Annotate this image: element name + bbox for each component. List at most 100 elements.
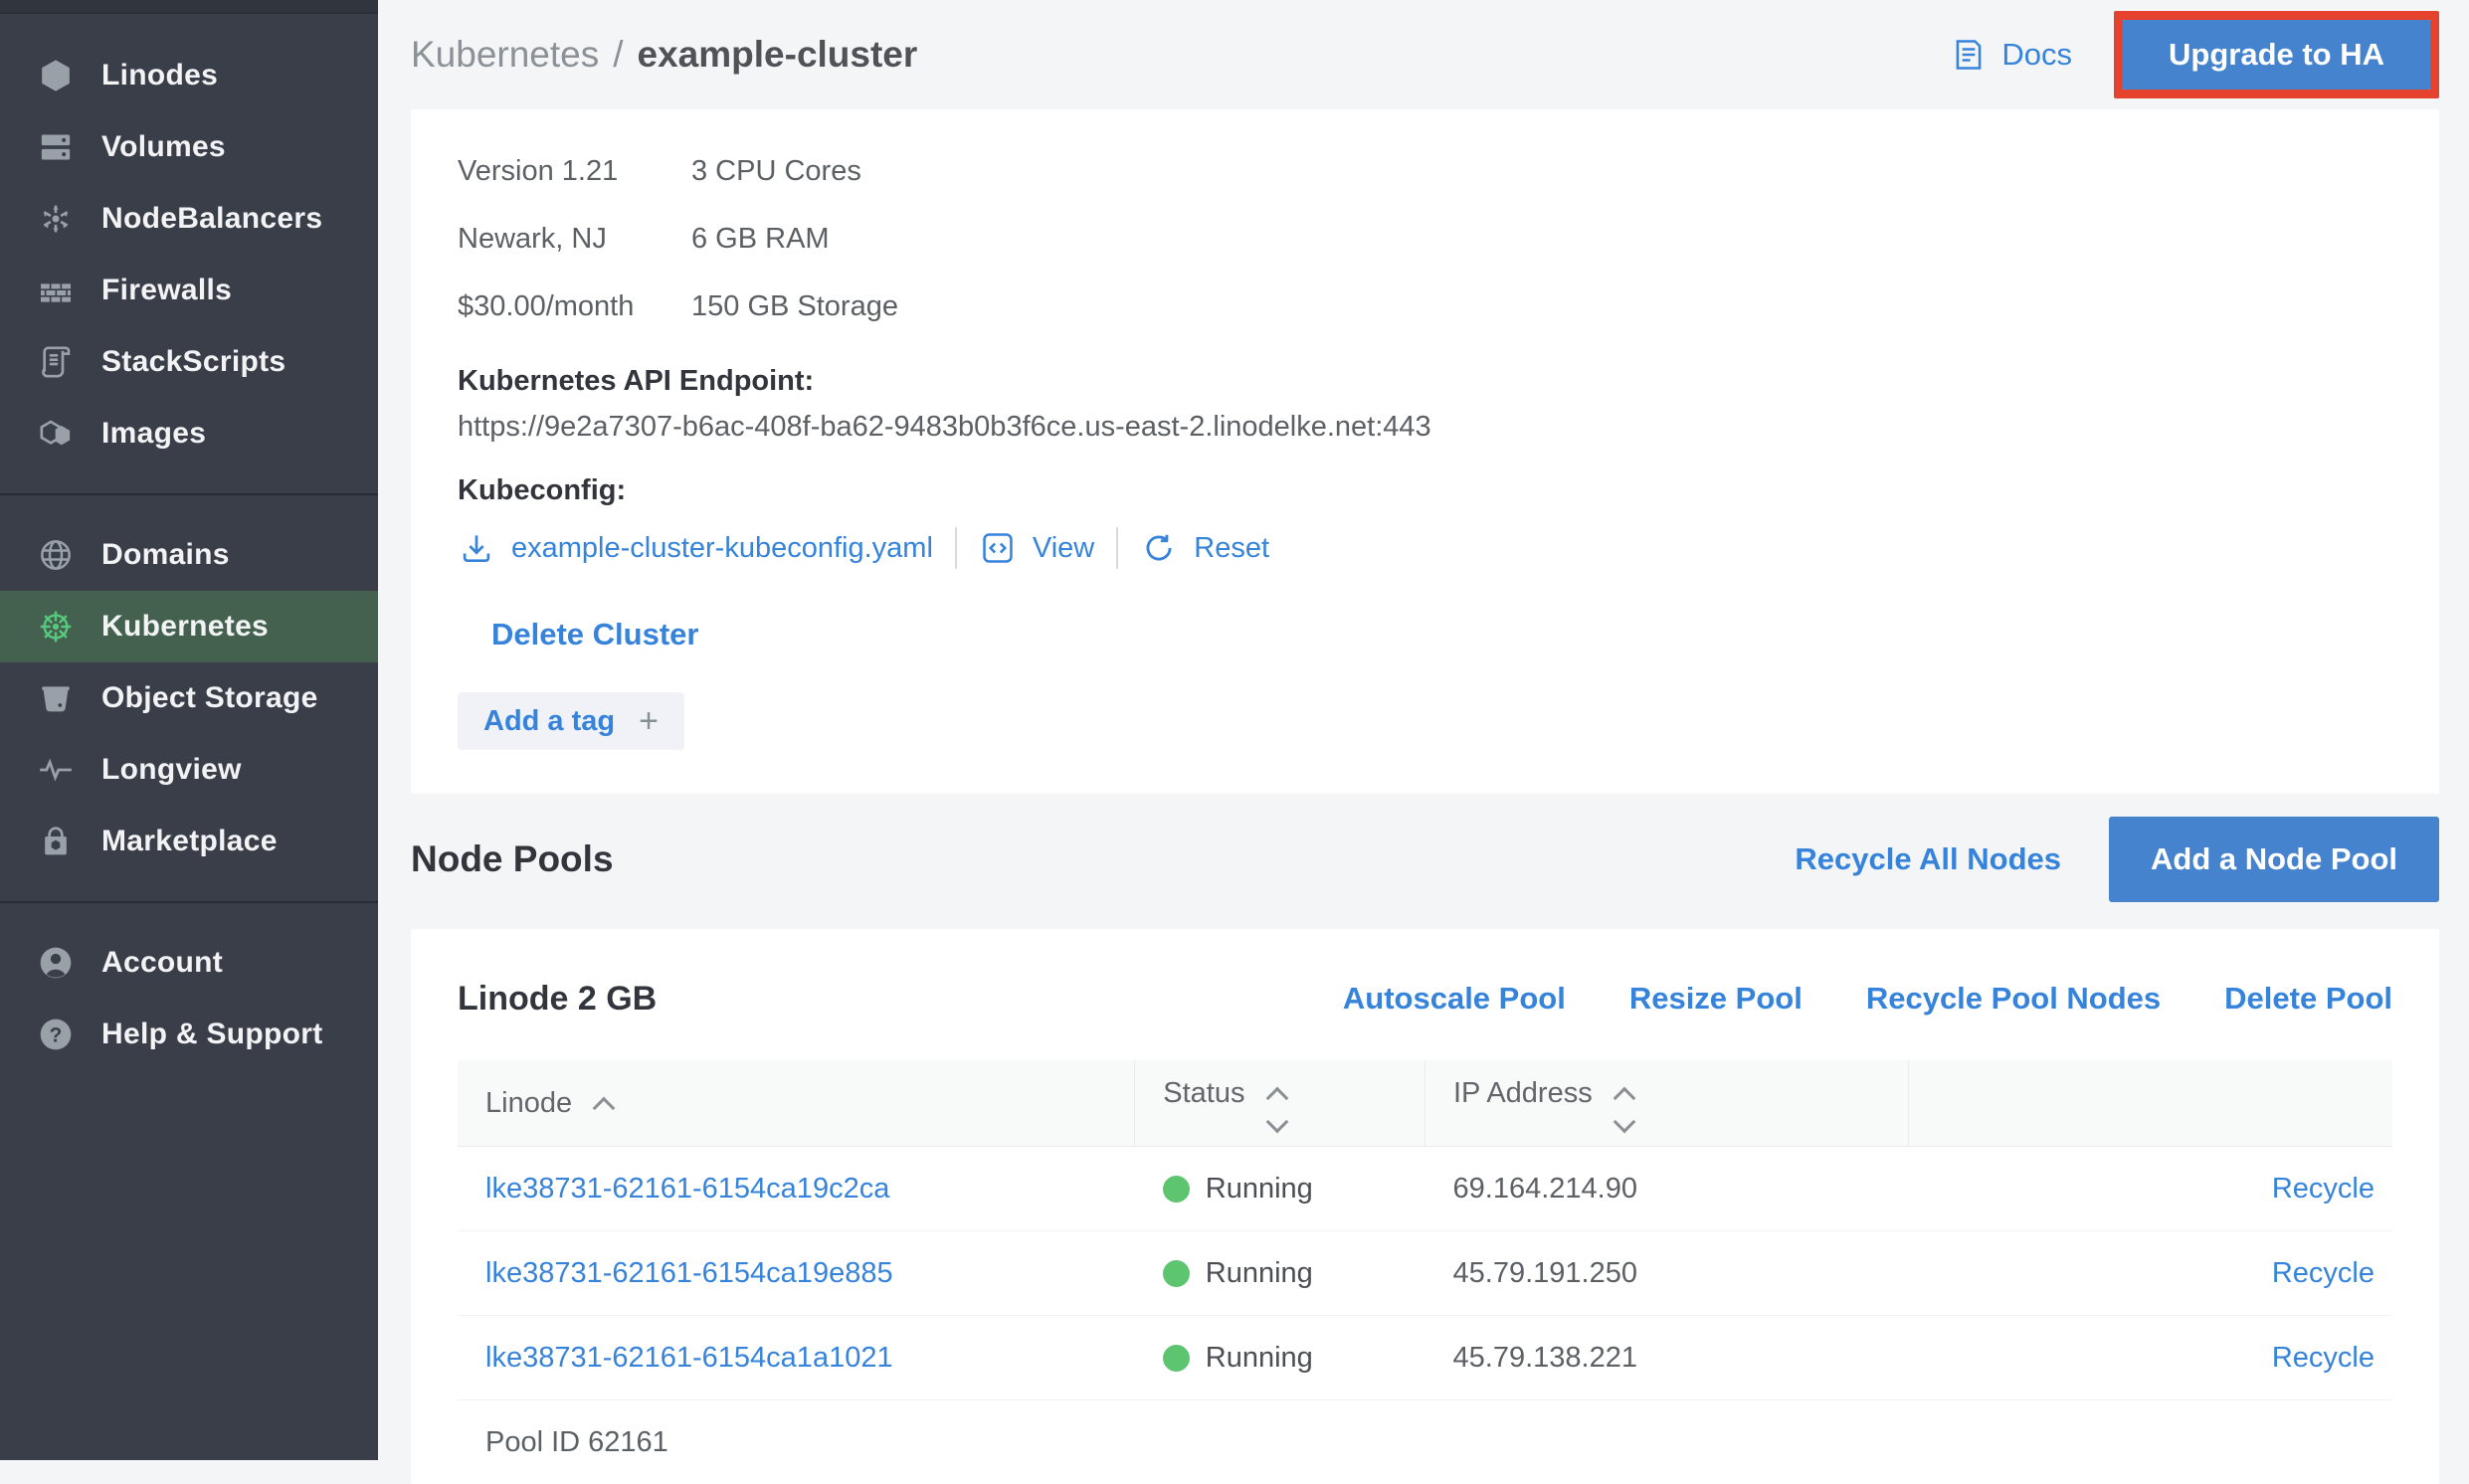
pulse-icon: [34, 748, 78, 792]
autoscale-pool-link[interactable]: Autoscale Pool: [1343, 981, 1566, 1017]
sidebar-item-domains[interactable]: Domains: [0, 519, 378, 591]
sidebar-item-label: Object Storage: [101, 681, 318, 715]
node-link[interactable]: lke38731-62161-6154ca19e885: [485, 1257, 893, 1289]
status-badge: Running: [1206, 1173, 1313, 1206]
node-pool-card: Linode 2 GB Autoscale Pool Resize Pool R…: [411, 929, 2439, 1484]
recycle-node-link[interactable]: Recycle: [2272, 1257, 2374, 1289]
sidebar-item-label: Firewalls: [101, 274, 232, 307]
spec-version: Version 1.21: [458, 155, 691, 188]
sidebar-item-label: Help & Support: [101, 1018, 323, 1051]
bucket-icon: [34, 676, 78, 720]
volumes-icon: [34, 125, 78, 169]
reset-icon[interactable]: [1140, 529, 1178, 567]
sidebar-item-label: Longview: [101, 753, 242, 787]
help-icon: ?: [34, 1013, 78, 1056]
add-tag-button[interactable]: Add a tag +: [458, 692, 684, 750]
status-running-icon: [1163, 1176, 1190, 1203]
docs-link[interactable]: Docs: [1950, 36, 2072, 74]
breadcrumb: Kubernetes / example-cluster: [411, 34, 917, 76]
spec-region: Newark, NJ: [458, 223, 691, 256]
sidebar-item-images[interactable]: Images: [0, 398, 378, 469]
divider: [955, 527, 957, 569]
page-header: Kubernetes / example-cluster Docs Upgrad…: [411, 0, 2439, 109]
pool-actions: Autoscale Pool Resize Pool Recycle Pool …: [1279, 981, 2392, 1017]
add-tag-label: Add a tag: [483, 705, 615, 738]
sidebar-item-firewalls[interactable]: Firewalls: [0, 255, 378, 326]
pool-id: Pool ID 62161: [458, 1400, 2392, 1484]
column-header-status[interactable]: Status: [1135, 1060, 1425, 1147]
add-node-pool-button[interactable]: Add a Node Pool: [2109, 817, 2439, 902]
status-badge: Running: [1206, 1257, 1313, 1290]
column-header-actions: [1909, 1060, 2392, 1147]
sidebar-item-label: Account: [101, 946, 223, 980]
node-link[interactable]: lke38731-62161-6154ca1a1021: [485, 1342, 893, 1374]
table-header-row: Linode Status IP Address: [458, 1060, 2392, 1147]
globe-icon: [34, 533, 78, 577]
sidebar-item-account[interactable]: Account: [0, 927, 378, 999]
node-ip: 45.79.191.250: [1425, 1231, 1909, 1316]
node-ip: 45.79.138.221: [1425, 1316, 1909, 1400]
pool-header: Linode 2 GB Autoscale Pool Resize Pool R…: [458, 963, 2392, 1034]
sort-both-icon: [1269, 1090, 1285, 1130]
recycle-all-nodes-link[interactable]: Recycle All Nodes: [1795, 841, 2061, 877]
sidebar-item-nodebalancers[interactable]: NodeBalancers: [0, 183, 378, 255]
sidebar-top-strip: [0, 0, 378, 14]
recycle-node-link[interactable]: Recycle: [2272, 1342, 2374, 1374]
stackscripts-icon: [34, 340, 78, 384]
status-running-icon: [1163, 1345, 1190, 1372]
linode-icon: [34, 54, 78, 97]
nodebalancers-icon: [34, 197, 78, 241]
column-header-ip-address[interactable]: IP Address: [1425, 1060, 1909, 1147]
kubernetes-wheel-icon: [34, 605, 78, 649]
sidebar-item-help-support[interactable]: ? Help & Support: [0, 999, 378, 1070]
divider: [1116, 527, 1118, 569]
spec-price: $30.00/month: [458, 290, 691, 323]
delete-cluster-button[interactable]: Delete Cluster: [491, 617, 698, 652]
table-row: lke38731-62161-6154ca19e885 Running 45.7…: [458, 1231, 2392, 1316]
cluster-specs: Version 1.21 3 CPU Cores Newark, NJ 6 GB…: [458, 137, 2392, 340]
kubeconfig-view-link[interactable]: View: [1033, 532, 1094, 565]
delete-pool-link[interactable]: Delete Pool: [2224, 981, 2392, 1017]
spec-ram: 6 GB RAM: [691, 223, 2392, 256]
status-badge: Running: [1206, 1342, 1313, 1375]
view-code-icon[interactable]: [979, 529, 1017, 567]
recycle-pool-nodes-link[interactable]: Recycle Pool Nodes: [1866, 981, 2161, 1017]
table-row: lke38731-62161-6154ca19c2ca Running 69.1…: [458, 1147, 2392, 1231]
kubeconfig-actions: example-cluster-kubeconfig.yaml View Res…: [458, 519, 2392, 577]
recycle-node-link[interactable]: Recycle: [2272, 1173, 2374, 1205]
api-endpoint-label: Kubernetes API Endpoint:: [458, 358, 2392, 404]
images-icon: [34, 412, 78, 456]
sidebar-item-stackscripts[interactable]: StackScripts: [0, 326, 378, 398]
resize-pool-link[interactable]: Resize Pool: [1629, 981, 1803, 1017]
sidebar-item-label: Volumes: [101, 130, 226, 164]
sidebar: Linodes Volumes NodeBalancers Firewalls: [0, 0, 378, 1460]
svg-text:?: ?: [50, 1023, 63, 1046]
pool-id-row: Pool ID 62161: [458, 1400, 2392, 1484]
kubeconfig-label: Kubeconfig:: [458, 467, 2392, 513]
app-window: Linodes Volumes NodeBalancers Firewalls: [0, 0, 2469, 1460]
sidebar-item-kubernetes[interactable]: Kubernetes: [0, 591, 378, 662]
sort-both-icon: [1616, 1090, 1632, 1130]
sidebar-item-label: Linodes: [101, 59, 218, 93]
node-pools-header: Node Pools Recycle All Nodes Add a Node …: [411, 816, 2439, 903]
sidebar-item-linodes[interactable]: Linodes: [0, 40, 378, 111]
pool-name: Linode 2 GB: [458, 980, 657, 1019]
node-link[interactable]: lke38731-62161-6154ca19c2ca: [485, 1173, 889, 1205]
sidebar-item-label: Marketplace: [101, 825, 278, 858]
download-icon[interactable]: [458, 529, 495, 567]
api-endpoint-value: https://9e2a7307-b6ac-408f-ba62-9483b0b3…: [458, 404, 2392, 450]
nodes-table: Linode Status IP Address: [458, 1060, 2392, 1484]
sidebar-item-volumes[interactable]: Volumes: [0, 111, 378, 183]
table-row: lke38731-62161-6154ca1a1021 Running 45.7…: [458, 1316, 2392, 1400]
sidebar-item-marketplace[interactable]: Marketplace: [0, 806, 378, 877]
breadcrumb-kubernetes-link[interactable]: Kubernetes: [411, 34, 599, 76]
sidebar-item-object-storage[interactable]: Object Storage: [0, 662, 378, 734]
upgrade-to-ha-button[interactable]: Upgrade to HA: [2123, 20, 2430, 90]
sidebar-item-longview[interactable]: Longview: [0, 734, 378, 806]
kubeconfig-download-link[interactable]: example-cluster-kubeconfig.yaml: [511, 532, 933, 565]
account-icon: [34, 941, 78, 985]
column-header-linode[interactable]: Linode: [458, 1060, 1135, 1147]
node-ip: 69.164.214.90: [1425, 1147, 1909, 1231]
kubeconfig-reset-link[interactable]: Reset: [1194, 532, 1269, 565]
sidebar-divider: [0, 493, 378, 495]
